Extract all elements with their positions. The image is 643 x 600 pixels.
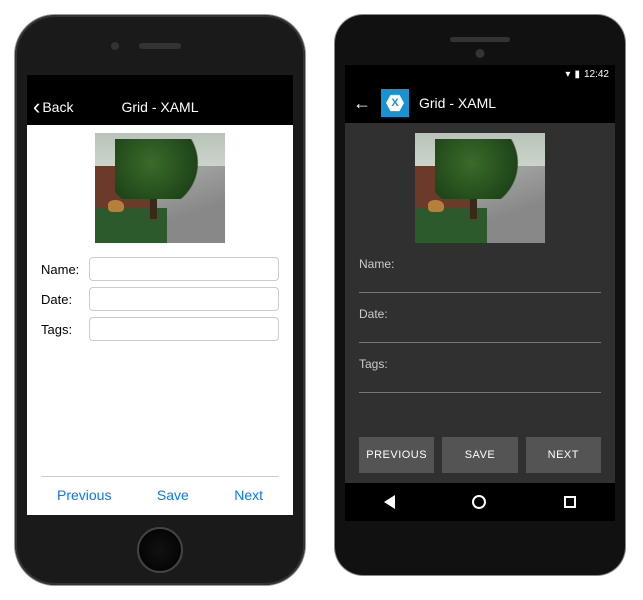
app-logo: X [381,89,409,117]
android-speaker [450,37,510,42]
iphone-device: ‹ Back Grid - XAML Name: Date: Tags: P [15,15,305,585]
tags-input[interactable] [359,373,601,393]
next-button[interactable]: NEXT [526,437,601,473]
iphone-speaker [139,43,181,49]
ios-content: Name: Date: Tags: Previous Save Next [27,125,293,515]
android-content: Name: Date: Tags: PREVIOUS SAVE NEXT [345,123,615,483]
photo-preview [95,133,225,243]
name-input[interactable] [89,257,279,281]
tags-row: Tags: [41,317,279,341]
date-input[interactable] [89,287,279,311]
chevron-left-icon: ‹ [33,96,40,118]
ios-toolbar: Previous Save Next [41,476,279,515]
save-button[interactable]: SAVE [442,437,517,473]
name-label: Name: [359,257,601,271]
previous-button[interactable]: PREVIOUS [359,437,434,473]
date-row: Date: [359,307,601,343]
wifi-icon: ▾ [565,69,570,80]
ios-nav-bar: ‹ Back Grid - XAML [27,89,293,125]
android-device: ▾ ▮ 12:42 ← X Grid - XAML Name: Date: Ta… [335,15,625,575]
android-app-bar: ← X Grid - XAML [345,83,615,123]
name-label: Name: [41,262,89,277]
tags-input[interactable] [89,317,279,341]
next-button[interactable]: Next [234,487,263,503]
ios-status-bar [27,75,293,89]
name-row: Name: [359,257,601,293]
iphone-camera [111,42,119,50]
tags-label: Tags: [41,322,89,337]
save-button[interactable]: Save [157,487,189,503]
battery-icon: ▮ [574,69,580,80]
date-label: Date: [359,307,601,321]
page-title: Grid - XAML [419,95,496,111]
name-input[interactable] [359,273,601,293]
back-arrow-icon[interactable]: ← [353,93,371,114]
date-input[interactable] [359,323,601,343]
nav-back-icon[interactable] [384,495,395,509]
android-button-bar: PREVIOUS SAVE NEXT [359,437,601,483]
status-time: 12:42 [584,69,609,80]
android-screen: ▾ ▮ 12:42 ← X Grid - XAML Name: Date: Ta… [345,65,615,521]
photo-preview [415,133,545,243]
name-row: Name: [41,257,279,281]
date-label: Date: [41,292,89,307]
android-camera [476,49,485,58]
nav-home-icon[interactable] [472,495,486,509]
tags-row: Tags: [359,357,601,393]
date-row: Date: [41,287,279,311]
previous-button[interactable]: Previous [57,487,111,503]
back-label: Back [42,99,73,115]
tags-label: Tags: [359,357,601,371]
android-nav-keys [345,483,615,521]
iphone-screen: ‹ Back Grid - XAML Name: Date: Tags: P [27,75,293,515]
back-button[interactable]: ‹ Back [33,96,73,118]
home-button[interactable] [137,527,183,573]
nav-recent-icon[interactable] [564,496,576,508]
android-status-bar: ▾ ▮ 12:42 [345,65,615,83]
